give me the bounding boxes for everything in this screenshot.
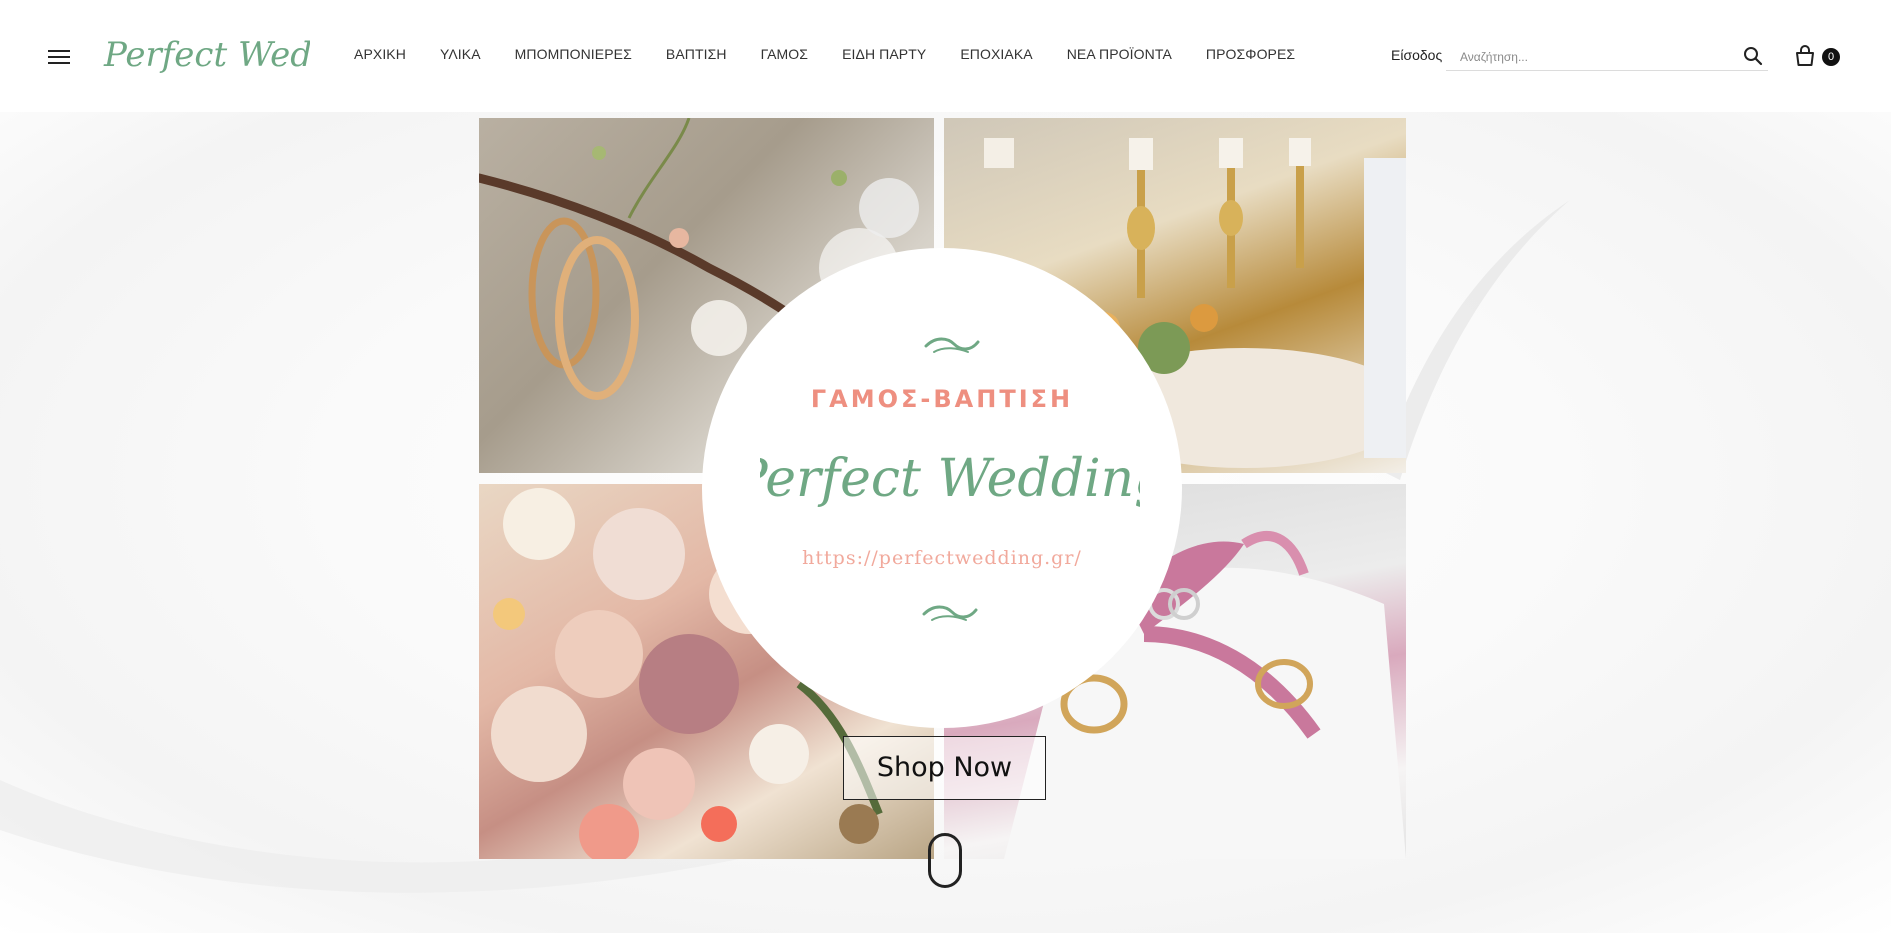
nav-item-party-supplies[interactable]: ΕΙΔΗ ΠΑΡΤΥ — [842, 46, 926, 62]
decorative-swoosh-right — [1380, 200, 1570, 480]
svg-text:Perfect Wedding: Perfect Wedding — [103, 35, 310, 75]
site-header: Perfect Wedding ΑΡΧΙΚΗ ΥΛΙΚΑ ΜΠΟΜΠΟΝΙΕΡΕ… — [0, 0, 1891, 112]
decorative-flourish-top — [924, 337, 980, 353]
nav-item-wedding[interactable]: ΓΑΜΟΣ — [761, 46, 808, 62]
nav-item-home[interactable]: ΑΡΧΙΚΗ — [354, 46, 406, 62]
hero-brand-logo: Perfect Wedding — [760, 449, 1140, 509]
hero-website-url: https://perfectwedding.gr/ — [802, 547, 1082, 569]
hero-subtitle: ΓΑΜΟΣ-ΒΑΠΤΙΣΗ — [810, 385, 1074, 413]
shop-now-button[interactable]: Shop Now — [843, 736, 1046, 800]
search-box — [1446, 44, 1768, 71]
site-logo[interactable]: Perfect Wedding — [100, 28, 310, 80]
search-input[interactable] — [1460, 48, 1730, 66]
login-link[interactable]: Είσοδος — [1391, 47, 1442, 63]
search-icon[interactable] — [1743, 46, 1763, 66]
scroll-mouse-icon[interactable] — [928, 833, 962, 888]
nav-item-favors[interactable]: ΜΠΟΜΠΟΝΙΕΡΕΣ — [515, 46, 632, 62]
cart-count-badge[interactable]: 0 — [1822, 48, 1840, 66]
decorative-flourish-bottom — [922, 605, 978, 621]
nav-item-seasonal[interactable]: ΕΠΟΧΙΑΚΑ — [960, 46, 1032, 62]
nav-item-materials[interactable]: ΥΛΙΚΑ — [440, 46, 481, 62]
menu-icon[interactable] — [48, 50, 70, 64]
nav-item-new-products[interactable]: ΝΕΑ ΠΡΟΪΟΝΤΑ — [1067, 46, 1172, 62]
nav-item-baptism[interactable]: ΒΑΠΤΙΣΗ — [666, 46, 727, 62]
nav-item-offers[interactable]: ΠΡΟΣΦΟΡΕΣ — [1206, 46, 1295, 62]
main-navigation: ΑΡΧΙΚΗ ΥΛΙΚΑ ΜΠΟΜΠΟΝΙΕΡΕΣ ΒΑΠΤΙΣΗ ΓΑΜΟΣ … — [354, 46, 1329, 62]
svg-text:Perfect Wedding: Perfect Wedding — [760, 449, 1140, 509]
